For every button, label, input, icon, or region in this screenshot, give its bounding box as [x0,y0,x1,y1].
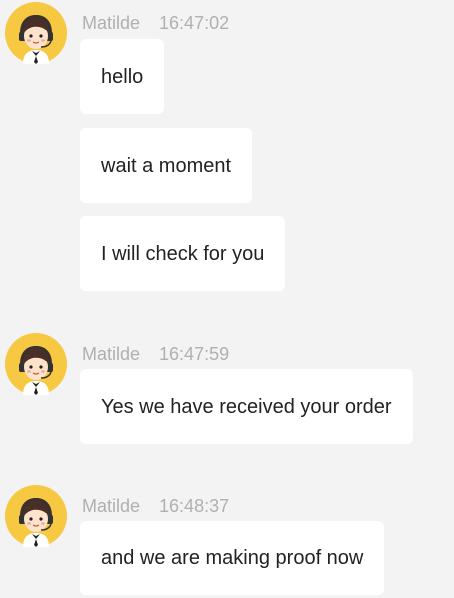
message-bubble[interactable]: Yes we have received your order [80,369,413,444]
message-bubble[interactable]: I will check for you [80,216,286,291]
message-text: I will check for you [101,242,265,265]
message-timestamp: 16:48:37 [159,496,230,516]
sender-name: Matilde [82,496,141,516]
message-meta: Matilde 16:47:02 [82,12,229,34]
message-bubble[interactable]: wait a moment [80,128,253,203]
chat-message-list: Matilde 16:47:02 hello wait a moment I wi… [0,0,454,598]
support-agent-avatar-icon[interactable] [5,485,67,547]
support-agent-avatar-icon[interactable] [5,2,67,64]
message-bubble[interactable]: and we are making proof now [80,521,385,595]
message-text: wait a moment [101,154,232,177]
message-bubble[interactable]: hello [80,39,165,114]
message-text: Yes we have received your order [101,395,392,418]
message-text: and we are making proof now [101,547,364,569]
message-timestamp: 16:47:59 [159,344,230,364]
message-text: hello [101,65,144,88]
message-timestamp: 16:47:02 [159,13,230,33]
sender-name: Matilde [82,13,141,33]
sender-name: Matilde [82,344,141,364]
message-meta: Matilde 16:47:59 [82,343,229,365]
message-meta: Matilde 16:48:37 [82,495,229,517]
support-agent-avatar-icon[interactable] [5,333,67,395]
